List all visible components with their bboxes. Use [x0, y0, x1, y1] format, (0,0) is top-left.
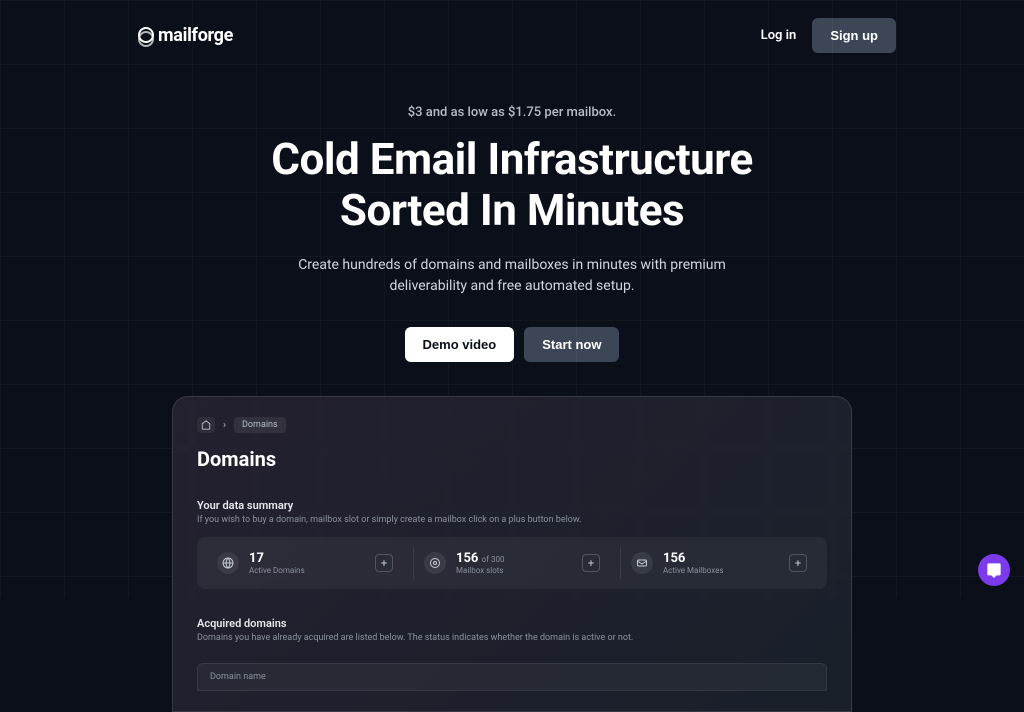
- start-now-button[interactable]: Start now: [524, 327, 619, 362]
- logo-icon: [136, 27, 154, 45]
- demo-video-button[interactable]: Demo video: [405, 327, 515, 362]
- add-mailbox-button[interactable]: +: [789, 554, 807, 572]
- mail-slot-icon: [424, 552, 446, 574]
- card-active-domains: 17 Active Domains +: [207, 547, 403, 579]
- page-title: Domains: [197, 447, 827, 471]
- signup-button[interactable]: Sign up: [812, 18, 896, 53]
- breadcrumb-current[interactable]: Domains: [234, 417, 286, 433]
- col-domain-name: Domain name: [210, 672, 266, 682]
- breadcrumb: › Domains: [197, 417, 827, 433]
- card-label: Active Mailboxes: [663, 566, 779, 575]
- table-header: Domain name: [197, 663, 827, 691]
- card-value: 17: [249, 551, 365, 566]
- card-label: Active Domains: [249, 566, 365, 575]
- summary-cards: 17 Active Domains + 156 of 300 Mailbox s…: [197, 537, 827, 589]
- globe-icon: [217, 552, 239, 574]
- card-label: Mailbox slots: [456, 566, 572, 575]
- acquired-heading: Acquired domains: [197, 617, 827, 630]
- breadcrumb-chevron: ›: [223, 420, 226, 431]
- card-mailbox-slots: 156 of 300 Mailbox slots +: [413, 547, 610, 579]
- pricing-eyebrow: $3 and as low as $1.75 per mailbox.: [0, 105, 1024, 120]
- add-domain-button[interactable]: +: [375, 554, 393, 572]
- hero-subtitle: Create hundreds of domains and mailboxes…: [0, 255, 1024, 297]
- product-screenshot: › Domains Domains Your data summary If y…: [172, 396, 852, 712]
- add-mailbox-slot-button[interactable]: +: [582, 554, 600, 572]
- hero-title: Cold Email Infrastructure Sorted In Minu…: [0, 134, 1024, 235]
- acquired-sub: Domains you have already acquired are li…: [197, 633, 827, 643]
- home-icon[interactable]: [197, 417, 215, 433]
- login-link[interactable]: Log in: [761, 28, 797, 43]
- brand-name: mailforge: [158, 25, 233, 46]
- summary-sub: If you wish to buy a domain, mailbox slo…: [197, 515, 827, 525]
- summary-heading: Your data summary: [197, 499, 827, 512]
- card-value: 156 of 300: [456, 551, 572, 566]
- card-value: 156: [663, 551, 779, 566]
- brand-logo[interactable]: mailforge: [136, 25, 233, 46]
- card-active-mailboxes: 156 Active Mailboxes +: [620, 547, 817, 579]
- chat-widget[interactable]: [978, 554, 1010, 586]
- mailbox-icon: [631, 552, 653, 574]
